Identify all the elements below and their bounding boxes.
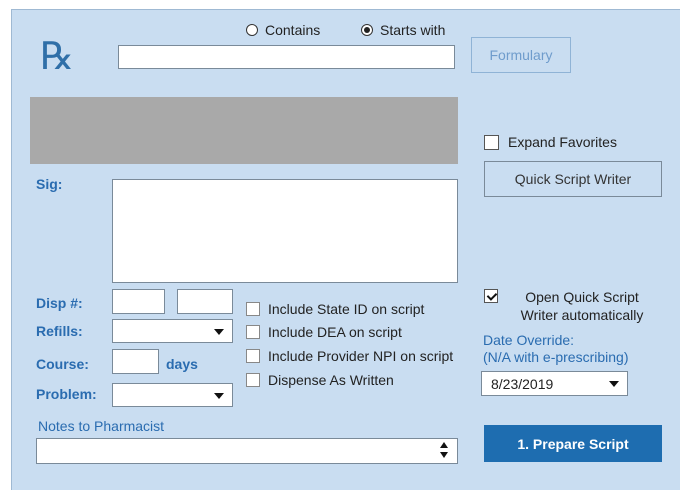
rx-logo: ℞ bbox=[40, 36, 75, 78]
dispense-as-written-option[interactable]: Dispense As Written bbox=[246, 372, 394, 388]
disp-quantity-input[interactable] bbox=[112, 289, 165, 314]
prepare-script-button[interactable]: 1. Prepare Script bbox=[484, 425, 662, 462]
notes-to-pharmacist-label: Notes to Pharmacist bbox=[38, 418, 165, 434]
date-override-label: Date Override: (N/A with e-prescribing) bbox=[483, 332, 629, 366]
include-dea-checkbox[interactable] bbox=[246, 325, 260, 339]
expand-favorites-checkbox[interactable] bbox=[484, 134, 499, 150]
disp-unit-input[interactable] bbox=[177, 289, 233, 314]
drug-details-box bbox=[30, 97, 458, 164]
date-override-value: 8/23/2019 bbox=[491, 376, 554, 392]
include-state-id-checkbox[interactable] bbox=[246, 302, 260, 316]
prescription-panel: ℞ Contains Starts with Formulary Expand … bbox=[11, 9, 680, 490]
chevron-down-icon bbox=[214, 393, 224, 399]
disp-label: Disp #: bbox=[36, 295, 83, 311]
dispense-as-written-checkbox[interactable] bbox=[246, 373, 260, 387]
sig-label: Sig: bbox=[36, 176, 63, 192]
include-state-id-label: Include State ID on script bbox=[268, 301, 425, 317]
include-npi-label: Include Provider NPI on script bbox=[268, 348, 454, 364]
starts-with-radio[interactable]: Starts with bbox=[361, 22, 445, 38]
starts-with-label: Starts with bbox=[380, 22, 446, 38]
include-dea-label: Include DEA on script bbox=[268, 324, 402, 340]
quick-script-writer-button[interactable]: Quick Script Writer bbox=[484, 161, 662, 197]
open-quick-script-line2: Writer automatically bbox=[520, 307, 644, 323]
date-override-select[interactable]: 8/23/2019 bbox=[481, 371, 628, 396]
problem-label: Problem: bbox=[36, 386, 97, 402]
refills-label: Refills: bbox=[36, 323, 83, 339]
starts-with-radio-icon[interactable] bbox=[361, 24, 373, 36]
formulary-button[interactable]: Formulary bbox=[471, 37, 571, 73]
include-npi-checkbox[interactable] bbox=[246, 349, 260, 363]
open-quick-script-label: Open Quick Script Writer automatically bbox=[507, 288, 657, 324]
course-input[interactable] bbox=[112, 349, 159, 374]
expand-favorites[interactable]: Expand Favorites bbox=[484, 134, 617, 150]
dispense-as-written-label: Dispense As Written bbox=[268, 372, 394, 388]
date-override-line1: Date Override: bbox=[483, 332, 575, 348]
contains-radio[interactable]: Contains bbox=[246, 22, 320, 38]
notes-to-pharmacist-select[interactable] bbox=[36, 438, 458, 464]
include-npi-option[interactable]: Include Provider NPI on script bbox=[246, 348, 453, 364]
chevron-down-icon bbox=[609, 381, 619, 387]
sig-textarea[interactable] bbox=[112, 179, 458, 283]
include-state-id-option[interactable]: Include State ID on script bbox=[246, 301, 424, 317]
arrow-down-icon bbox=[440, 452, 448, 458]
open-quick-script-line1: Open Quick Script bbox=[525, 289, 639, 305]
problem-select[interactable] bbox=[112, 383, 233, 407]
open-quick-script-checkbox[interactable] bbox=[484, 289, 498, 303]
days-label: days bbox=[166, 356, 198, 372]
contains-label: Contains bbox=[265, 22, 321, 38]
refills-select[interactable] bbox=[112, 319, 233, 343]
include-dea-option[interactable]: Include DEA on script bbox=[246, 324, 402, 340]
contains-radio-icon[interactable] bbox=[246, 24, 258, 36]
chevron-down-icon bbox=[214, 329, 224, 335]
expand-favorites-label: Expand Favorites bbox=[508, 134, 617, 150]
arrow-up-icon bbox=[440, 442, 448, 448]
course-label: Course: bbox=[36, 356, 89, 372]
drug-search-input[interactable] bbox=[118, 45, 455, 69]
date-override-line2: (N/A with e-prescribing) bbox=[483, 349, 629, 365]
